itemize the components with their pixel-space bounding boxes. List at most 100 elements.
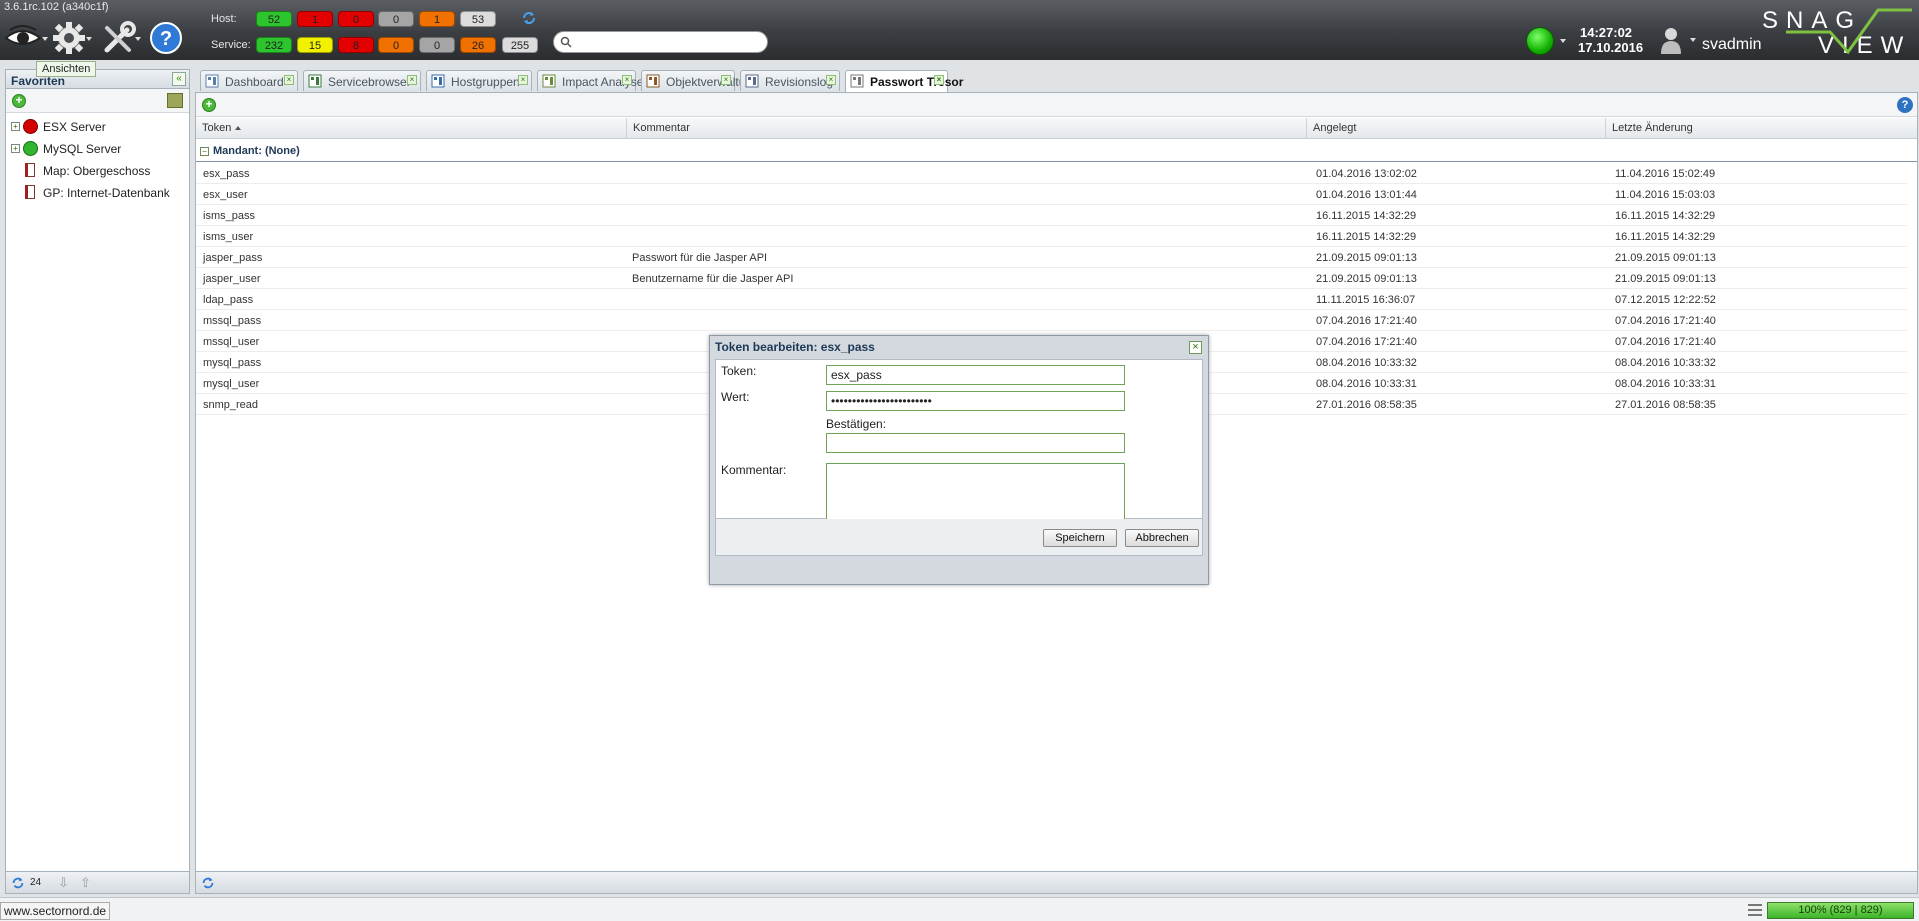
close-tab-icon[interactable]: × [518, 75, 528, 85]
help-icon[interactable]: ? [1897, 97, 1913, 113]
group-row[interactable]: − Mandant: (None) [196, 140, 1917, 162]
tab-revisionslog[interactable]: Revisionslog × [740, 70, 840, 91]
table-row[interactable]: esx_user 01.04.2016 13:01:44 11.04.2016 15… [196, 184, 1907, 205]
service-counter-2[interactable]: 8 [338, 37, 374, 53]
settings-gear-icon[interactable] [52, 20, 92, 56]
save-button[interactable]: Speichern [1043, 529, 1117, 547]
dialog-body: Token: Wert: Bestätigen: Kommentar: [715, 359, 1203, 529]
impact-icon [542, 74, 556, 88]
tab-hostgruppen[interactable]: Hostgruppen × [426, 70, 532, 91]
close-tab-icon[interactable]: × [826, 75, 836, 85]
system-status-indicator[interactable] [1526, 27, 1554, 55]
archive-icon[interactable] [167, 93, 183, 108]
add-favorite-icon[interactable]: + [12, 94, 26, 108]
username[interactable]: svadmin [1702, 36, 1762, 54]
menu-icon[interactable] [1748, 904, 1762, 916]
token-label: Token: [721, 364, 757, 378]
refresh-icon[interactable] [11, 876, 25, 893]
close-tab-icon[interactable]: × [284, 75, 294, 85]
refresh-icon[interactable] [201, 876, 215, 893]
token-cell: isms_user [203, 231, 254, 243]
hostgroups-icon [431, 74, 445, 88]
column-comment[interactable]: Kommentar [627, 118, 1307, 139]
collapse-group-icon[interactable]: − [200, 147, 209, 156]
favorite-item[interactable]: + MySQL Server [6, 138, 189, 160]
table-row[interactable]: esx_pass 01.04.2016 13:02:02 11.04.2016 15… [196, 163, 1907, 184]
host-counter-2[interactable]: 0 [338, 11, 374, 27]
edit-token-dialog: Token bearbeiten: esx_pass × Token: Wert… [709, 335, 1209, 585]
service-counter-5[interactable]: 26 [460, 37, 496, 53]
close-icon[interactable]: × [1189, 341, 1202, 354]
views-eye-icon[interactable] [4, 20, 48, 56]
move-down-icon[interactable]: ⇩ [58, 875, 69, 891]
expand-icon[interactable]: + [11, 144, 20, 153]
tab-bar: Dashboard × Servicebrowser × Hostgruppen × Imp… [195, 69, 1919, 92]
host-counter-1[interactable]: 1 [297, 11, 333, 27]
search-input[interactable] [578, 34, 760, 50]
confirm-password-input[interactable] [826, 433, 1125, 453]
value-password-input[interactable] [826, 391, 1125, 411]
close-tab-icon[interactable]: × [622, 75, 632, 85]
top-toolbar: 3.6.1rc.102 (a340c1f) ? Host: Service: 5… [0, 0, 1919, 60]
tools-wrench-icon[interactable] [101, 20, 141, 56]
service-counter-4[interactable]: 0 [419, 37, 455, 53]
table-row[interactable]: jasper_user Benutzername für die Jasper A… [196, 268, 1907, 289]
tab-impact-analyser[interactable]: Impact Analyser × [537, 70, 647, 91]
token-cell: mysql_user [203, 378, 260, 390]
modified-cell: 11.04.2016 15:03:03 [1615, 189, 1716, 201]
favorite-item[interactable]: GP: Internet-Datenbank [6, 182, 189, 204]
search-box[interactable] [553, 31, 768, 53]
tab-servicebrowser[interactable]: Servicebrowser × [303, 70, 421, 91]
host-counter-3[interactable]: 0 [378, 11, 414, 27]
column-created[interactable]: Angelegt [1307, 118, 1606, 139]
move-up-icon[interactable]: ⇧ [80, 875, 91, 891]
modified-cell: 16.11.2015 14:32:29 [1615, 231, 1716, 243]
modified-cell: 27.01.2016 08:58:35 [1615, 399, 1716, 411]
host-counter-0[interactable]: 52 [256, 11, 292, 27]
service-counter-1[interactable]: 15 [297, 37, 333, 53]
column-token[interactable]: Token [196, 118, 627, 139]
table-row[interactable]: isms_pass 16.11.2015 14:32:29 16.11.2015 1… [196, 205, 1907, 226]
map-icon [25, 185, 35, 199]
refresh-icon[interactable] [521, 10, 537, 26]
created-cell: 07.04.2016 17:21:40 [1316, 315, 1417, 327]
table-row[interactable]: isms_user 16.11.2015 14:32:29 16.11.2015 1… [196, 226, 1907, 247]
help-icon[interactable]: ? [149, 20, 183, 56]
tab-dashboard[interactable]: Dashboard × [200, 70, 298, 91]
service-counter-3[interactable]: 0 [378, 37, 414, 53]
comment-label: Kommentar: [721, 463, 787, 477]
cancel-button[interactable]: Abbrechen [1125, 529, 1199, 547]
tab-passwort-tresor[interactable]: Passwort Tresor × [845, 70, 963, 92]
tab-objektverwaltung[interactable]: Objektverwaltung × [641, 70, 759, 91]
service-counter-6[interactable]: 255 [502, 37, 538, 53]
host-counter-5[interactable]: 53 [460, 11, 496, 27]
user-icon[interactable] [1660, 26, 1682, 54]
grid-footer [196, 871, 1917, 893]
close-tab-icon[interactable]: × [407, 75, 417, 85]
token-cell: mysql_pass [203, 357, 262, 369]
created-cell: 01.04.2016 13:02:02 [1316, 168, 1417, 180]
favorite-item[interactable]: + ESX Server [6, 116, 189, 138]
host-counter-4[interactable]: 1 [419, 11, 455, 27]
table-row[interactable]: mssql_pass 07.04.2016 17:21:40 07.04.2016 … [196, 310, 1907, 331]
service-counter-0[interactable]: 232 [256, 37, 292, 53]
created-cell: 11.11.2015 16:36:07 [1316, 294, 1416, 306]
snagview-logo: SNAG VIEW [1760, 4, 1915, 59]
collapse-panel-icon[interactable]: « [172, 72, 186, 86]
close-tab-icon[interactable]: × [934, 75, 944, 85]
favorite-item[interactable]: Map: Obergeschoss [6, 160, 189, 182]
table-row[interactable]: ldap_pass 11.11.2015 16:36:07 07.12.2015 1… [196, 289, 1907, 310]
modified-cell: 08.04.2016 10:33:31 [1615, 378, 1716, 390]
column-modified[interactable]: Letzte Änderung [1606, 118, 1917, 139]
table-row[interactable]: jasper_pass Passwort für die Jasper API 21… [196, 247, 1907, 268]
comment-cell: Benutzername für die Jasper API [632, 273, 794, 285]
add-token-icon[interactable]: + [202, 98, 216, 112]
dashboard-icon [205, 74, 219, 88]
close-tab-icon[interactable]: × [721, 75, 731, 85]
token-input[interactable] [826, 365, 1125, 385]
created-cell: 21.09.2015 09:01:13 [1316, 273, 1417, 285]
expand-icon[interactable]: + [11, 122, 20, 131]
grid-header: Token Kommentar Angelegt Letzte Änderung [196, 118, 1917, 139]
service-label: Service: [211, 39, 251, 51]
clock-date: 17.10.2016 [1578, 40, 1644, 55]
